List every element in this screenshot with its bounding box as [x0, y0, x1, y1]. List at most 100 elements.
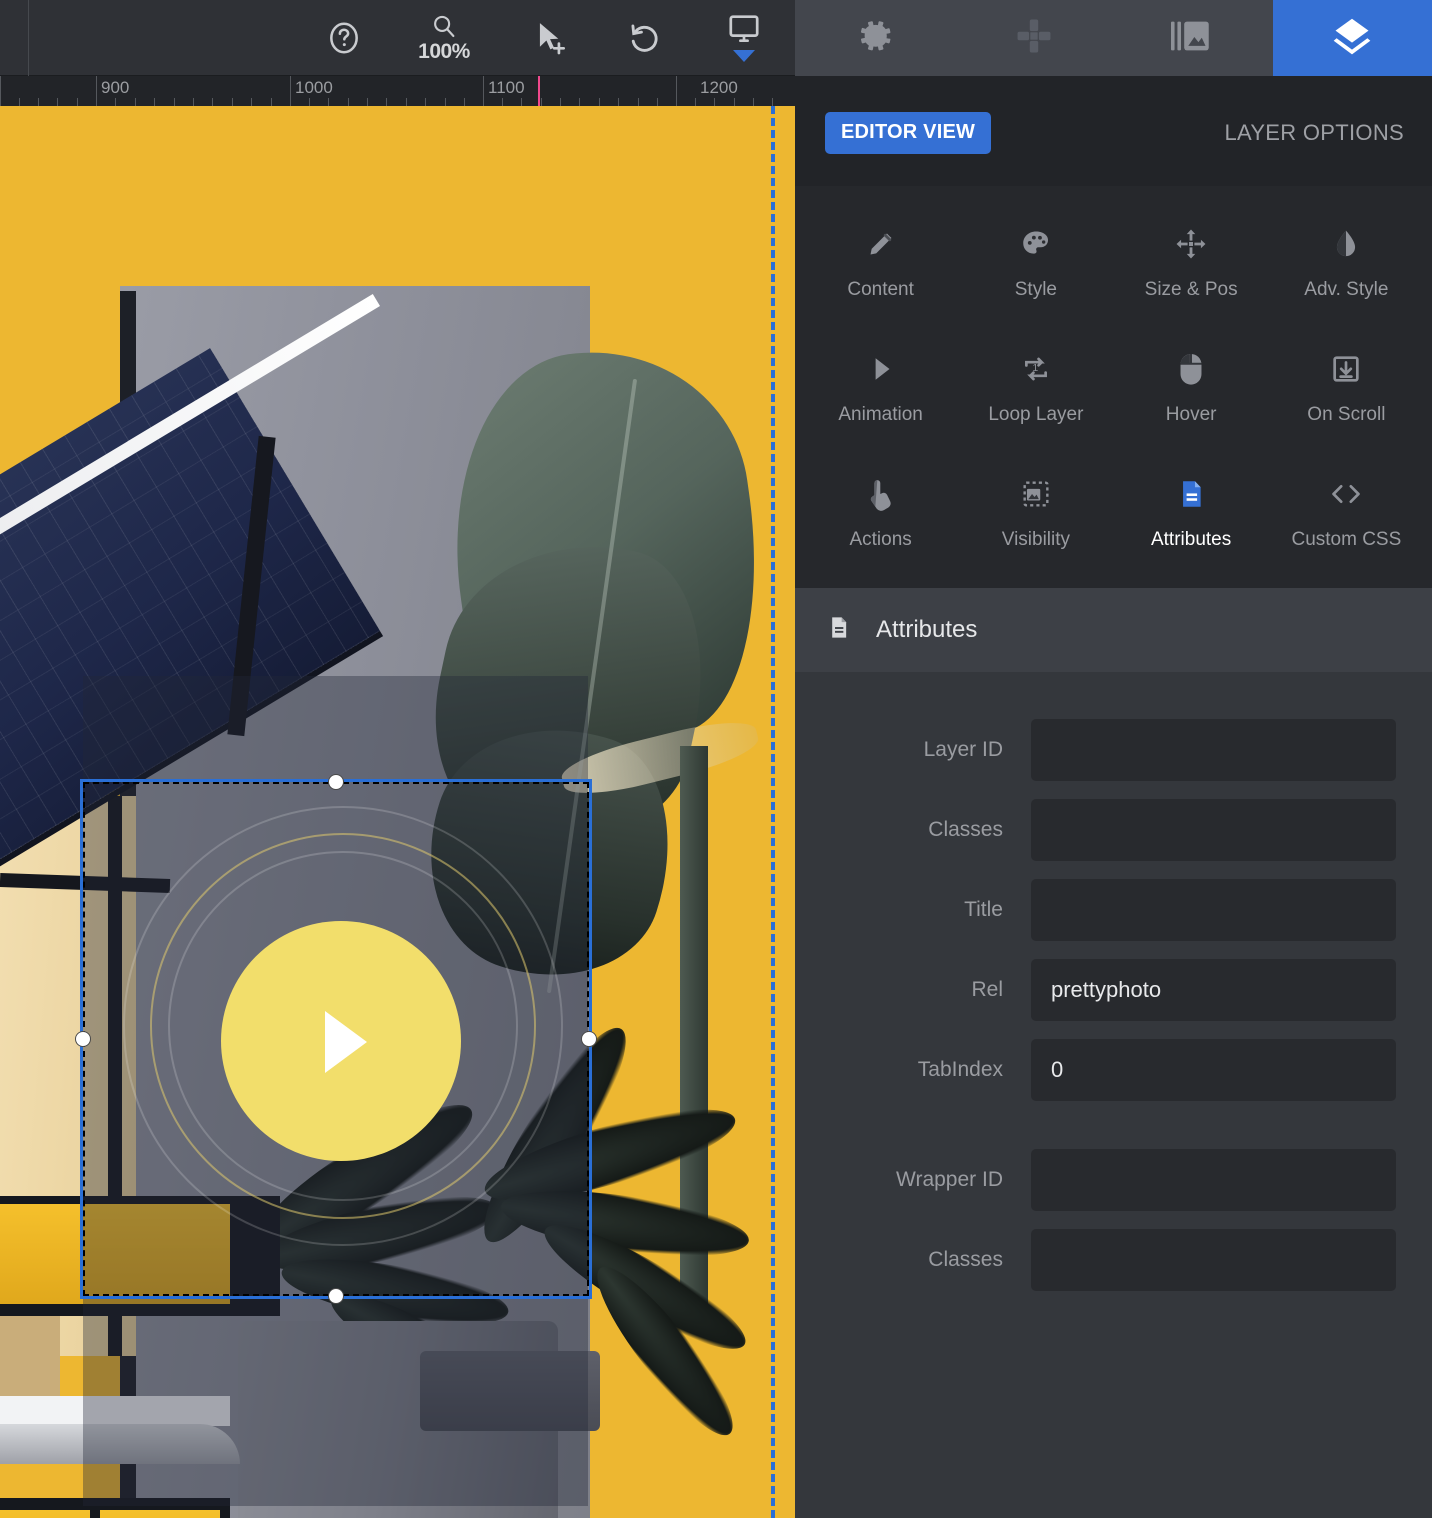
- option-actions-label: Actions: [849, 528, 912, 550]
- field-label: Classes: [928, 1248, 1003, 1271]
- hand-tap-icon: [865, 477, 897, 516]
- option-attributes-label: Attributes: [1150, 528, 1232, 550]
- mouse-icon: [1175, 352, 1207, 391]
- option-adv-style-label: Adv. Style: [1304, 279, 1389, 301]
- option-attributes[interactable]: Attributes: [1114, 451, 1269, 576]
- option-size-pos[interactable]: Size & Pos: [1114, 202, 1269, 327]
- zoom-level-label: 100%: [418, 40, 470, 63]
- tab-navigation[interactable]: [954, 0, 1113, 76]
- image-dashed-icon: [1019, 477, 1053, 516]
- resize-handle-bottom[interactable]: [328, 1288, 344, 1304]
- add-layer-cursor-button[interactable]: [505, 0, 597, 76]
- attributes-section-title: Attributes: [876, 616, 978, 643]
- layer-selection-box[interactable]: [75, 774, 597, 1304]
- field-layer-id: Layer ID: [795, 710, 1432, 790]
- field-classes: Classes: [795, 790, 1432, 870]
- pencil-icon: [864, 227, 898, 266]
- editor-view-button[interactable]: EDITOR VIEW: [825, 112, 992, 154]
- gear-icon: [854, 15, 896, 62]
- option-animation[interactable]: Animation: [803, 327, 958, 452]
- slide-canvas[interactable]: [0, 106, 795, 1518]
- undo-button[interactable]: [598, 0, 690, 76]
- resize-handle-right[interactable]: [581, 1031, 597, 1047]
- vertical-guide-line[interactable]: [771, 106, 775, 1518]
- field-label: Title: [964, 898, 1003, 921]
- add-cursor-icon: [531, 19, 571, 57]
- move-arrows-icon: [1174, 227, 1208, 266]
- palette-icon: [1019, 227, 1053, 266]
- field-label: Wrapper ID: [896, 1168, 1003, 1191]
- selection-dashed-outline: [83, 782, 589, 1296]
- rel-input[interactable]: prettyphoto: [1031, 959, 1396, 1021]
- zoom-button[interactable]: 100%: [398, 0, 490, 76]
- option-loop-layer-label: Loop Layer: [988, 403, 1084, 425]
- option-content-label: Content: [847, 279, 914, 301]
- field-wrapper-id: Wrapper ID: [795, 1140, 1432, 1220]
- svg-text:1: 1: [1032, 363, 1038, 374]
- option-custom-css[interactable]: Custom CSS: [1269, 451, 1424, 576]
- panel-tabbar: [795, 0, 1432, 76]
- preview-device-icon: [724, 11, 764, 47]
- option-on-scroll[interactable]: On Scroll: [1269, 327, 1424, 452]
- revslider-editor: 100% 900 1000 1100 1200 EDITOR VIEW LAYE…: [0, 0, 1432, 1518]
- layers-icon: [1330, 14, 1374, 63]
- layer-options-pane: EDITOR VIEW LAYER OPTIONS Content Style …: [795, 0, 1432, 1518]
- resize-handle-top[interactable]: [328, 774, 344, 790]
- undo-icon: [625, 19, 663, 57]
- option-style-label: Style: [1014, 279, 1057, 301]
- wrapper-id-input[interactable]: [1031, 1149, 1396, 1211]
- option-adv-style[interactable]: Adv. Style: [1269, 202, 1424, 327]
- code-brackets-icon: [1327, 477, 1365, 516]
- play-triangle-icon: [864, 352, 898, 391]
- resize-handle-left[interactable]: [75, 1031, 91, 1047]
- tab-layers[interactable]: [1272, 0, 1432, 76]
- panel-header: EDITOR VIEW LAYER OPTIONS: [795, 76, 1432, 186]
- field-title: Title: [795, 870, 1432, 950]
- field-rel: Rel prettyphoto: [795, 950, 1432, 1030]
- option-size-pos-label: Size & Pos: [1144, 279, 1238, 301]
- canvas-toolbar: 100%: [0, 0, 795, 76]
- option-hover[interactable]: Hover: [1114, 327, 1269, 452]
- toolbar-divider: [28, 0, 29, 76]
- window-glow-lower-a: [0, 1510, 90, 1518]
- title-input[interactable]: [1031, 879, 1396, 941]
- ruler-label: 1100: [488, 78, 525, 97]
- layer-options-grid: Content Style Size & Pos Adv. Style Anim…: [795, 186, 1432, 586]
- option-visibility-label: Visibility: [1001, 528, 1071, 550]
- window-glow-lower-b: [100, 1510, 220, 1518]
- wrapper-classes-input[interactable]: [1031, 1229, 1396, 1291]
- option-custom-css-label: Custom CSS: [1291, 528, 1402, 550]
- field-label: Rel: [971, 978, 1003, 1001]
- form-spacer: [795, 1110, 1432, 1140]
- classes-input[interactable]: [1031, 799, 1396, 861]
- ruler-label: 900: [101, 78, 130, 97]
- help-icon: [325, 19, 363, 57]
- preview-device-button[interactable]: [698, 0, 790, 76]
- attributes-section-header: Attributes: [795, 588, 1432, 672]
- option-style[interactable]: Style: [958, 202, 1113, 327]
- ruler-position-marker: [538, 76, 540, 106]
- help-button[interactable]: [298, 0, 390, 76]
- loop-repeat-icon: 1: [1019, 352, 1053, 391]
- option-on-scroll-label: On Scroll: [1307, 403, 1386, 425]
- tab-slides[interactable]: [1114, 0, 1273, 76]
- tab-settings[interactable]: [795, 0, 954, 76]
- option-visibility[interactable]: Visibility: [958, 451, 1113, 576]
- canvas-pane: 100% 900 1000 1100 1200: [0, 0, 795, 1518]
- layer-id-input[interactable]: [1031, 719, 1396, 781]
- field-label: TabIndex: [917, 1058, 1003, 1081]
- chevron-down-icon[interactable]: [733, 49, 755, 62]
- option-loop-layer[interactable]: 1 Loop Layer: [958, 327, 1113, 452]
- tabindex-input[interactable]: 0: [1031, 1039, 1396, 1101]
- ruler-label: 1200: [700, 78, 738, 97]
- ruler-label: 1000: [295, 78, 333, 97]
- move-cross-icon: [1013, 15, 1055, 62]
- droplet-icon: [1329, 227, 1363, 266]
- field-label: Classes: [928, 818, 1003, 841]
- document-icon: [1174, 477, 1208, 516]
- option-actions[interactable]: Actions: [803, 451, 958, 576]
- horizontal-ruler[interactable]: 900 1000 1100 1200: [0, 76, 795, 106]
- field-tabindex: TabIndex 0: [795, 1030, 1432, 1110]
- option-content[interactable]: Content: [803, 202, 958, 327]
- zoom-icon: [427, 12, 461, 42]
